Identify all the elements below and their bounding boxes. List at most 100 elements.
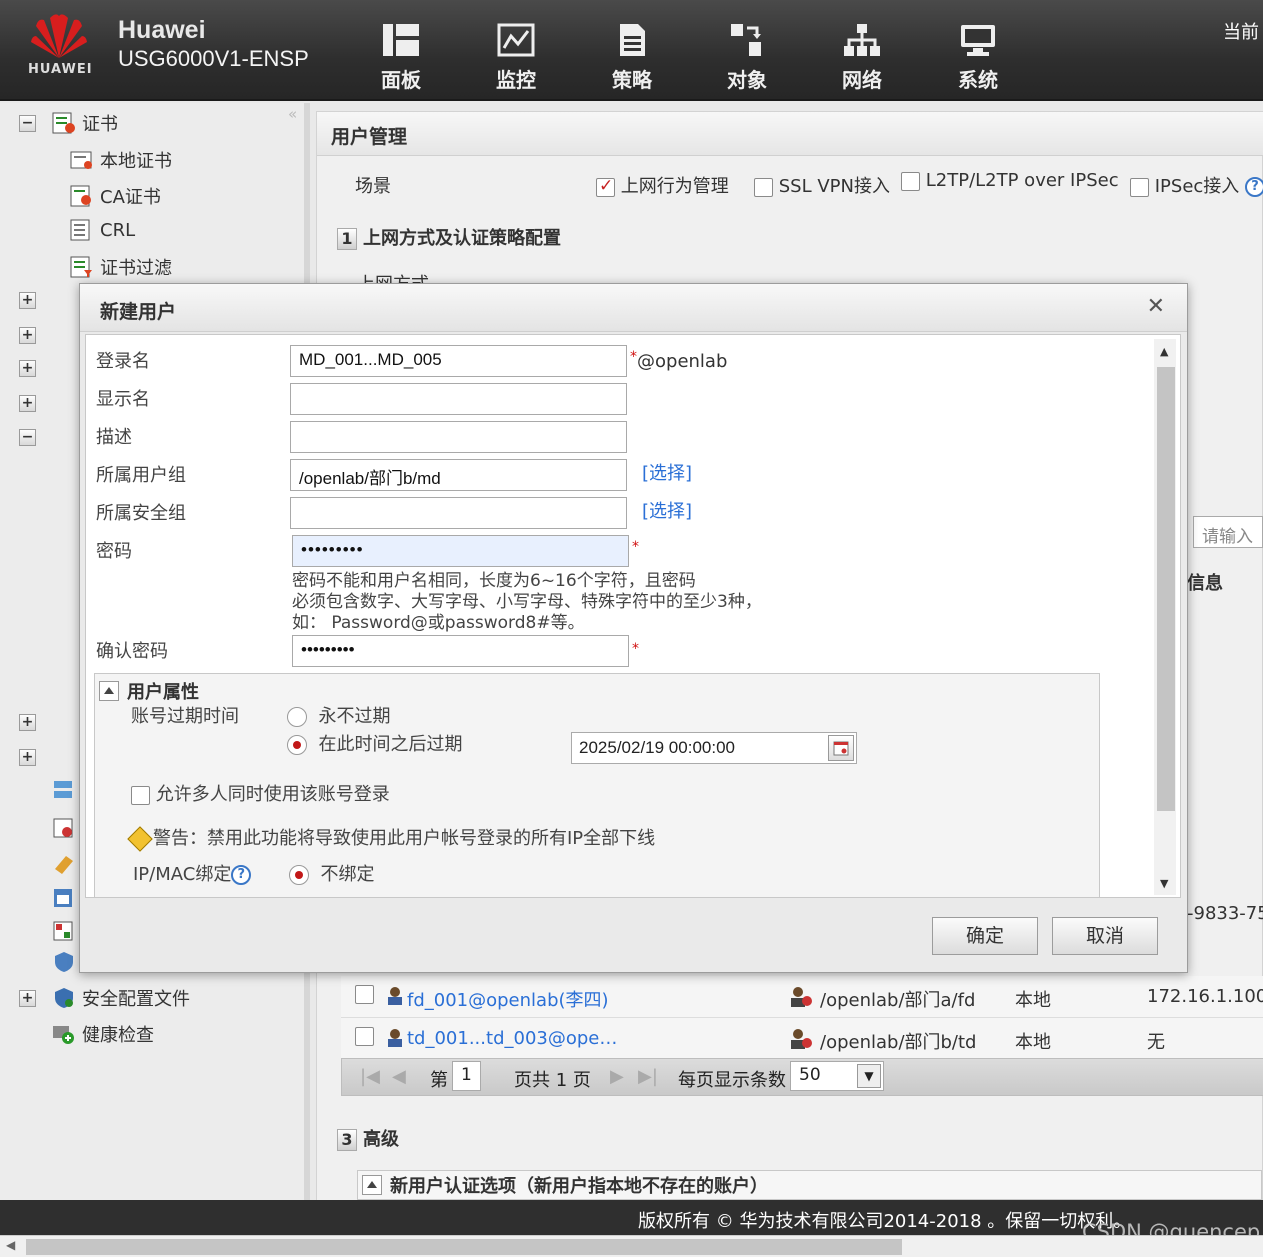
sidebar-item-local-cert[interactable]: 本地证书 xyxy=(70,147,172,173)
radio-button[interactable] xyxy=(287,707,307,727)
description-input[interactable] xyxy=(290,421,627,453)
nav-dashboard[interactable]: 面板 xyxy=(361,22,441,93)
sidebar-item-certificate[interactable]: 证书 xyxy=(52,110,118,136)
last-page-icon[interactable]: ▶| xyxy=(638,1066,658,1087)
nav-object[interactable]: 对象 xyxy=(707,22,787,93)
next-page-icon[interactable]: ▶ xyxy=(610,1066,624,1087)
login-name-input[interactable]: MD_001...MD_005 xyxy=(290,345,627,377)
nav-label: 网络 xyxy=(842,68,882,92)
row-checkbox[interactable] xyxy=(355,985,374,1004)
confirm-password-input[interactable]: ••••••••• xyxy=(292,635,629,667)
close-icon[interactable]: ✕ xyxy=(1147,294,1165,319)
dialog-vertical-scrollbar[interactable]: ▲ ▼ xyxy=(1154,339,1176,895)
scene-ssl-vpn[interactable]: SSL VPN接入 xyxy=(754,172,890,198)
user-name-link[interactable]: td_001...td_003@ope… xyxy=(407,1028,617,1049)
help-icon[interactable]: ? xyxy=(1245,177,1263,197)
table-row[interactable]: td_001...td_003@ope… /openlab/部门b/td 本地 … xyxy=(341,1018,1263,1060)
sidebar-item-security-profile[interactable]: 安全配置文件 xyxy=(52,985,190,1011)
expand-toggle[interactable]: + xyxy=(19,395,36,412)
collapse-toggle[interactable]: − xyxy=(19,429,36,446)
user-icon xyxy=(385,1028,405,1053)
sidebar-item-health-check[interactable]: 健康检查 xyxy=(52,1021,154,1047)
expire-after-option[interactable]: 在此时间之后过期 xyxy=(287,730,462,756)
display-name-input[interactable] xyxy=(290,383,627,415)
cancel-button[interactable]: 取消 xyxy=(1052,917,1158,955)
health-check-icon xyxy=(53,1026,74,1044)
sidebar-item-ca-cert[interactable]: CA证书 xyxy=(70,183,161,209)
select-user-group-link[interactable]: [选择] xyxy=(642,459,692,485)
sidebar-label: 本地证书 xyxy=(100,151,172,172)
user-ip-cell: 172.16.1.100 xyxy=(1147,986,1263,1007)
password-input[interactable]: ••••••••• xyxy=(292,535,629,567)
expire-date-input[interactable]: 2025/02/19 00:00:00 xyxy=(571,732,857,764)
expire-after-label: 在此时间之后过期 xyxy=(318,734,463,755)
search-input[interactable]: 请输入 xyxy=(1193,516,1263,548)
radio-button-selected[interactable] xyxy=(287,735,307,755)
ok-button[interactable]: 确定 xyxy=(932,917,1038,955)
sidebar-label: 证书 xyxy=(82,114,118,135)
expand-toggle[interactable]: + xyxy=(19,714,36,731)
sidebar-item-cert-filter[interactable]: 证书过滤 xyxy=(70,254,172,280)
policy-icon xyxy=(620,24,645,56)
security-group-label: 所属安全组 xyxy=(96,503,186,524)
expand-toggle[interactable]: + xyxy=(19,360,36,377)
multi-login-label: 允许多人同时使用该账号登录 xyxy=(155,784,390,805)
user-attributes-header[interactable]: 用户属性 xyxy=(99,678,199,704)
new-user-auth-options[interactable]: 新用户认证选项（新用户指本地不存在的账户） xyxy=(357,1170,1262,1200)
scroll-left-icon[interactable]: ◀ xyxy=(6,1238,15,1252)
prev-page-icon[interactable]: ◀ xyxy=(392,1066,406,1087)
section-1-header: 1 上网方式及认证策略配置 xyxy=(337,224,561,250)
cert-filter-icon xyxy=(70,256,92,278)
checkbox[interactable] xyxy=(754,177,773,197)
scene-ipsec[interactable]: IPSec接入 ? xyxy=(1130,172,1263,198)
scene-l2tp[interactable]: L2TP/L2TP over IPSec xyxy=(901,170,1119,191)
user-group-input[interactable]: /openlab/部门b/md xyxy=(290,459,627,491)
expand-toggle[interactable]: + xyxy=(19,327,36,344)
expand-toggle[interactable]: + xyxy=(19,990,36,1007)
multi-login-option[interactable]: 允许多人同时使用该账号登录 xyxy=(131,780,390,806)
checkbox-checked[interactable] xyxy=(596,176,615,197)
warning-icon xyxy=(127,826,153,852)
table-row[interactable]: fd_001@openlab(李四) /openlab/部门a/fd 本地 17… xyxy=(341,976,1263,1018)
checkbox[interactable] xyxy=(901,171,920,191)
radio-button-selected[interactable] xyxy=(289,865,309,885)
user-group-label: 所属用户组 xyxy=(96,465,186,486)
nav-monitor[interactable]: 监控 xyxy=(476,22,556,93)
horizontal-scrollbar[interactable]: ◀ xyxy=(0,1235,1263,1257)
collapse-triangle-icon[interactable] xyxy=(362,1175,382,1195)
scroll-down-icon[interactable]: ▼ xyxy=(1160,877,1168,890)
help-icon[interactable]: ? xyxy=(231,865,252,885)
nav-policy[interactable]: 策略 xyxy=(592,22,672,93)
sidebar-item-crl[interactable]: CRL xyxy=(70,219,135,241)
select-security-group-link[interactable]: [选择] xyxy=(642,497,692,523)
never-expire-option[interactable]: 永不过期 xyxy=(287,702,390,728)
expire-label: 账号过期时间 xyxy=(131,706,239,727)
calendar-icon[interactable] xyxy=(828,735,854,761)
nav-network[interactable]: 网络 xyxy=(822,22,902,93)
row-checkbox[interactable] xyxy=(355,1027,374,1046)
first-page-icon[interactable]: |◀ xyxy=(360,1066,380,1087)
user-icon xyxy=(385,986,405,1011)
checkbox[interactable] xyxy=(1130,177,1149,197)
scene-web-behavior[interactable]: 上网行为管理 xyxy=(596,172,729,198)
nav-system[interactable]: 系统 xyxy=(938,22,1018,93)
chevron-down-icon[interactable]: ▼ xyxy=(857,1064,881,1088)
user-name-link[interactable]: fd_001@openlab(李四) xyxy=(407,986,609,1012)
scrollbar-thumb[interactable] xyxy=(1157,367,1175,811)
expand-toggle[interactable]: + xyxy=(19,749,36,766)
user-group-cell: /openlab/部门b/td xyxy=(820,1032,977,1053)
collapse-triangle-icon[interactable] xyxy=(99,681,119,701)
column-header-info: 信息 xyxy=(1187,573,1223,594)
collapse-sidebar-icon[interactable]: « xyxy=(288,105,297,123)
page-number-input[interactable]: 1 xyxy=(452,1061,481,1091)
expire-date-value: 2025/02/19 00:00:00 xyxy=(579,738,735,757)
checkbox[interactable] xyxy=(131,785,150,805)
expand-toggle[interactable]: + xyxy=(19,292,36,309)
collapse-toggle[interactable]: − xyxy=(19,115,36,132)
unbind-option[interactable]: 不绑定 xyxy=(289,860,374,886)
per-page-select[interactable]: 50 ▼ xyxy=(790,1061,884,1091)
scrollbar-thumb[interactable] xyxy=(26,1239,902,1255)
security-group-input[interactable] xyxy=(290,497,627,529)
object-icon xyxy=(731,24,761,56)
scroll-up-icon[interactable]: ▲ xyxy=(1160,345,1168,358)
